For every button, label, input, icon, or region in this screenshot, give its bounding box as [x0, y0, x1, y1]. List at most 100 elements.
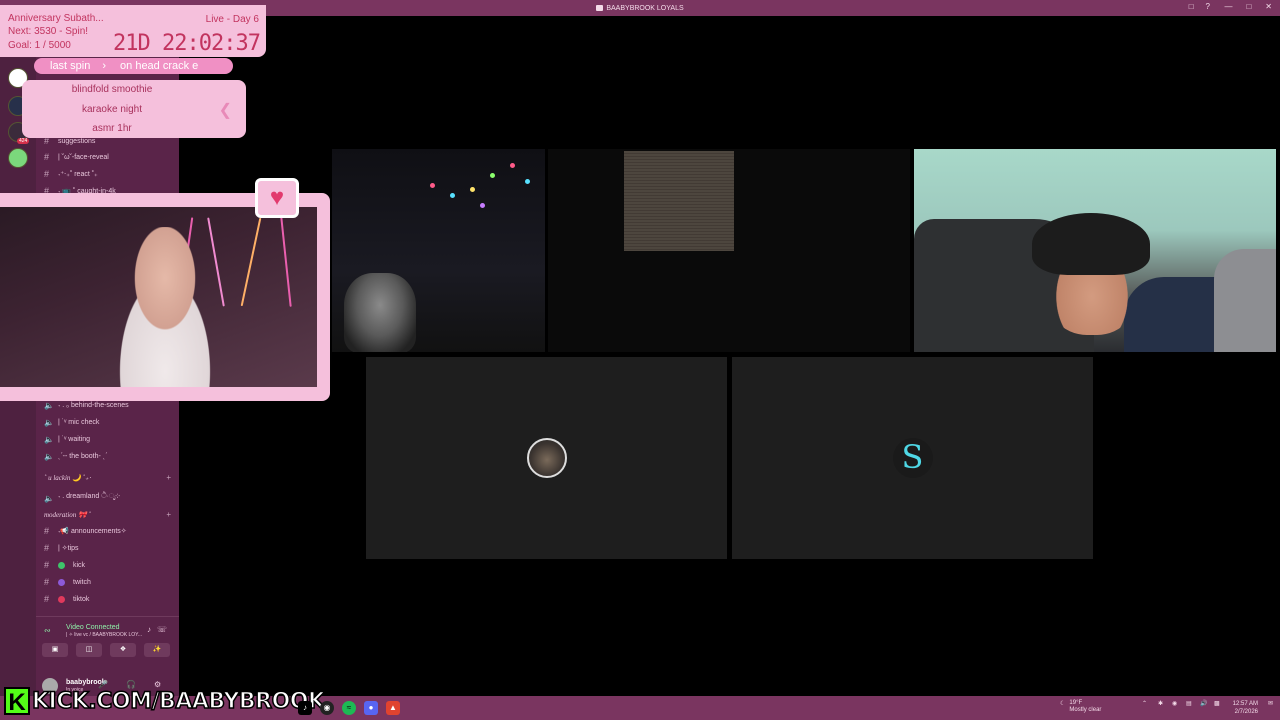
channel-item[interactable]: # kick — [44, 560, 85, 570]
tile-webcam-room[interactable] — [332, 149, 545, 352]
hash-icon: # — [44, 577, 50, 587]
streamer-webcam — [0, 207, 317, 387]
weather-icon: ☾ — [1060, 701, 1066, 707]
channel-label: | ˘ω˘-face-reveal — [58, 153, 109, 161]
subathon-title: Anniversary Subath... — [8, 13, 104, 24]
next-spin: Next: 3530 - Spin! — [8, 26, 89, 37]
speaker-icon: 🔈 — [44, 435, 54, 444]
spin-wheel-list: blindfold smoothie karaoke night asmr 1h… — [22, 80, 246, 138]
system-clock[interactable]: 12:57 AM 2/7/2026 — [1233, 700, 1258, 716]
tile-webcam-guy[interactable] — [914, 149, 1276, 352]
towel — [1214, 249, 1276, 352]
channel-item[interactable]: # ˖⁺‧₊˚ react ˚₊ — [44, 169, 98, 179]
weather-widget[interactable]: ☾ 19°F Mostly clear — [1060, 700, 1101, 714]
kick-dot-icon — [58, 561, 65, 569]
wheel-item: blindfold smoothie — [71, 84, 153, 95]
tiktok-dot-icon — [58, 595, 65, 603]
channel-item[interactable]: # tiktok — [44, 594, 89, 604]
clock-date: 2/7/2026 — [1234, 709, 1258, 715]
channel-label: ˖ . dreamland ੈ‧ೃ༶ — [58, 493, 120, 500]
clock-time: 12:57 AM — [1232, 701, 1258, 707]
channel-item[interactable]: # ˖📢 announcements✧ — [44, 526, 127, 536]
channel-label: kick — [73, 561, 86, 569]
window-blinds — [624, 151, 734, 251]
discord-icon — [596, 5, 604, 11]
weather-desc: Mostly clear — [1069, 707, 1102, 713]
channel-label: ˖⁺‧₊˚ react ˚₊ — [58, 171, 98, 178]
tile-avatar-s[interactable]: S — [732, 357, 1093, 559]
voice-status[interactable]: Video Connected — [66, 624, 120, 631]
category-header[interactable]: moderation 🎀 ˚ — [44, 511, 91, 519]
subathon-timer: 21D 22:02:37 — [113, 31, 261, 56]
disconnect-icon[interactable]: ☏ — [157, 625, 167, 634]
channel-label: twitch — [73, 578, 91, 586]
server-icon[interactable] — [8, 148, 28, 168]
channel-label: ˎˊ-- the booth- ˎˊ — [58, 453, 108, 460]
add-channel-icon[interactable]: + — [166, 510, 171, 519]
screen-share-button[interactable]: ◫ — [76, 643, 102, 657]
brave-app-icon[interactable]: ▲ — [386, 701, 400, 715]
speaker-icon: 🔈 — [44, 401, 54, 410]
hash-icon: # — [44, 169, 50, 179]
participant-hair — [1032, 213, 1150, 275]
network-icon[interactable]: ▤ — [1186, 700, 1192, 707]
voice-channel-name[interactable]: | ✧ live vc / BAABYBROOK LOY... — [66, 632, 142, 638]
channel-label: ˖ . ₀ behind-the-scenes — [58, 402, 129, 409]
tiktok-app-icon[interactable]: ♪ — [298, 701, 312, 715]
channel-item[interactable]: # twitch — [44, 577, 91, 587]
voice-channel-item[interactable]: 🔈 ˖ . ₀ behind-the-scenes — [44, 401, 129, 410]
kick-logo-icon: K — [4, 687, 30, 716]
tile-avatar-cat[interactable] — [366, 357, 727, 559]
last-spin-label: last spin — [50, 60, 91, 72]
volume-icon[interactable]: 🔊 — [1200, 700, 1207, 707]
kick-url: KICK.COM/BAABYBROOK — [31, 688, 326, 715]
hash-icon: # — [44, 152, 50, 162]
add-channel-icon[interactable]: + — [166, 473, 171, 482]
tile-webcam-dark[interactable] — [548, 149, 910, 352]
spotify-app-icon[interactable]: ≈ — [342, 701, 356, 715]
voice-channel-item[interactable]: 🔈 | ˙ᵛ waiting — [44, 435, 90, 444]
sub-goal: Goal: 1 / 5000 — [8, 40, 71, 51]
activities-button[interactable]: ❖ — [110, 643, 136, 657]
channel-label: ˖📢 announcements✧ — [58, 528, 127, 535]
desktop: BAABYBROOK LOYALS □ ? — □ ✕ 424 + # sugge… — [0, 0, 1280, 720]
bluetooth-icon[interactable]: ✱ — [1158, 700, 1163, 707]
obs-app-icon[interactable]: ◉ — [320, 701, 334, 715]
channel-item[interactable]: # | ✧tips — [44, 543, 79, 553]
kick-banner: K KICK.COM/BAABYBROOK — [4, 686, 326, 716]
signal-icon: ∾ — [44, 626, 51, 635]
chevron-right-icon: › — [102, 60, 107, 72]
neon-light — [280, 217, 292, 307]
help-icon[interactable]: ? — [1206, 2, 1210, 11]
discord-app-icon[interactable]: ● — [364, 701, 378, 715]
soundboard-icon[interactable]: ♪ — [147, 625, 151, 634]
voice-channel-item[interactable]: 🔈 ˎˊ-- the booth- ˎˊ — [44, 452, 107, 461]
channel-label: | ˙ᵛ waiting — [58, 436, 91, 443]
channel-item[interactable]: # | ˘ω˘-face-reveal — [44, 152, 109, 162]
wheel-item: asmr 1hr — [92, 123, 132, 134]
chevron-left-icon: ❮ — [218, 102, 232, 119]
tray-chevron-icon[interactable]: ⌃ — [1142, 700, 1147, 707]
minimize-button[interactable]: — — [1224, 2, 1232, 11]
last-spin-banner: last spin › on head crack e — [34, 58, 233, 74]
close-button[interactable]: ✕ — [1265, 2, 1272, 11]
voice-channel-item[interactable]: 🔈 | ˙ᵛ mic check — [44, 418, 99, 427]
live-day: Live - Day 6 — [205, 14, 259, 25]
maximize-button[interactable]: □ — [1246, 2, 1251, 11]
channel-label: | ˙ᵛ mic check — [58, 419, 100, 426]
inbox-icon[interactable]: □ — [1189, 2, 1194, 11]
camera-off-button[interactable]: ▣ — [42, 643, 68, 657]
voice-channel-item[interactable]: 🔈 ˖ . dreamland ੈ‧ೃ༶ — [44, 489, 120, 508]
effects-button[interactable]: ✨ — [144, 643, 170, 657]
battery-icon[interactable]: ▩ — [1214, 700, 1220, 707]
s-avatar-icon: S — [892, 438, 933, 478]
subathon-widget: Anniversary Subath... Live - Day 6 Next:… — [0, 5, 266, 57]
channel-label: tiktok — [73, 595, 90, 603]
category-header[interactable]: ˚ u lackin 🌙 ˚₊‧ — [44, 474, 91, 482]
channel-label: suggestions — [58, 137, 96, 145]
app-tray-icon[interactable]: ◉ — [1172, 700, 1177, 707]
hash-icon: # — [44, 526, 50, 536]
notification-icon[interactable]: ✉ — [1268, 700, 1273, 707]
hash-icon: # — [44, 560, 50, 570]
twitch-dot-icon — [58, 578, 65, 586]
